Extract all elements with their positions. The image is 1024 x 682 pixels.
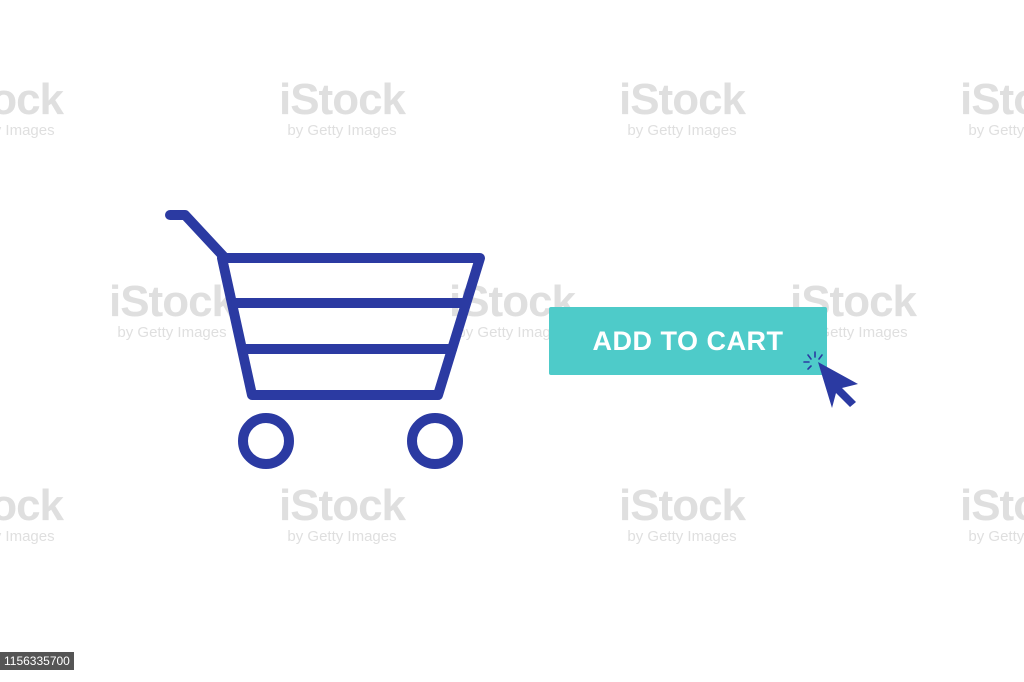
watermark-brand: iStock (278, 481, 406, 530)
watermark-sub: by Getty Images (968, 528, 1024, 545)
watermark-brand: iStock (618, 481, 746, 530)
click-burst (803, 351, 823, 370)
cart-wheel (238, 413, 294, 469)
watermark: iStock by Getty Images (0, 78, 80, 140)
cart-basket (217, 253, 485, 400)
watermark-brand: iStock (959, 75, 1024, 124)
watermark-sub: by Getty Images (627, 528, 737, 545)
watermark-sub: by Getty Images (627, 122, 737, 139)
watermark-sub: by Getty Images (287, 122, 397, 139)
watermark-brand: iStock (959, 481, 1024, 530)
watermark: iStock by Getty Images (262, 484, 422, 546)
pointer-arrow (818, 362, 858, 408)
watermark-sub: by Getty Images (287, 528, 397, 545)
image-id-label: 1156335700 (0, 652, 74, 670)
watermark-brand: iStock (278, 75, 406, 124)
watermark: iStock by Getty Images (943, 78, 1024, 140)
shopping-cart-icon (165, 210, 485, 469)
ad-canvas: iStock by Getty Images iStock by Getty I… (0, 0, 1024, 682)
watermark: iStock by Getty Images (262, 78, 422, 140)
cart-wheel (407, 413, 463, 469)
watermark: iStock by Getty Images (943, 484, 1024, 546)
watermark-brand: iStock (0, 75, 64, 124)
cart-handle (165, 210, 230, 263)
watermark-sub: by Getty Images (0, 122, 55, 139)
add-to-cart-button[interactable]: ADD TO CART (549, 307, 827, 375)
watermark: iStock by Getty Images (602, 484, 762, 546)
watermark-brand: iStock (0, 481, 64, 530)
watermark-sub: by Getty Images (0, 528, 55, 545)
mouse-pointer-icon (803, 351, 858, 408)
watermark-brand: iStock (618, 75, 746, 124)
watermark: iStock by Getty Images (602, 78, 762, 140)
watermark-sub: by Getty Images (968, 122, 1024, 139)
watermark: iStock by Getty Images (0, 484, 80, 546)
